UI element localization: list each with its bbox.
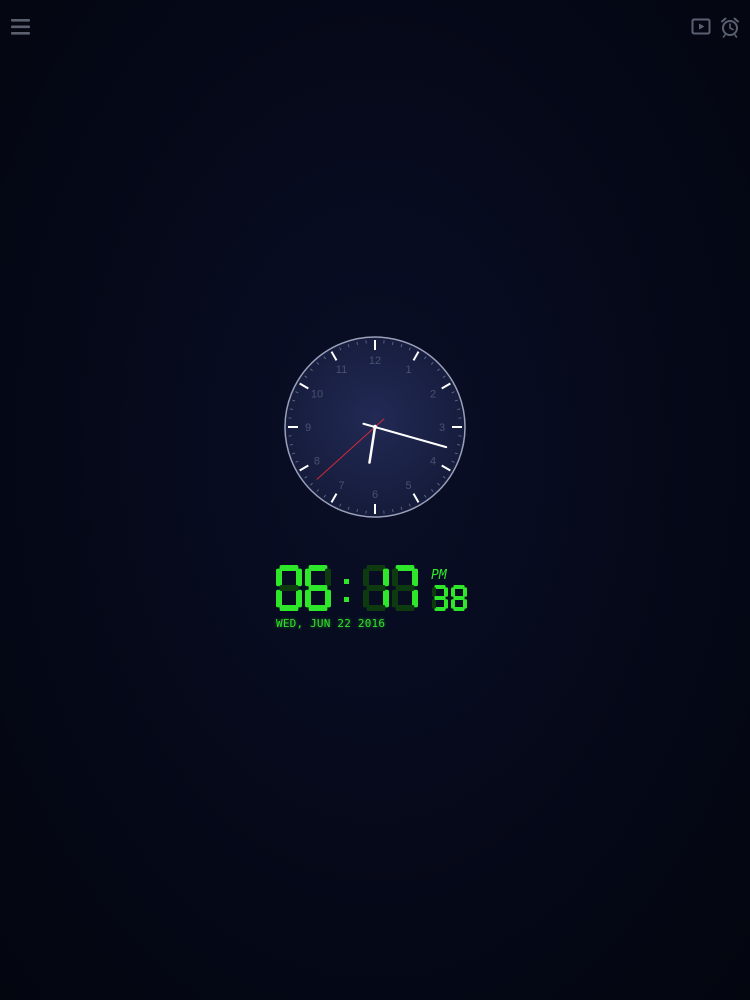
date-label: WED, JUN 22 2016 [276,617,386,630]
analog-clock-face: 121234567891011 [284,336,466,518]
analog-clock: 12 1 2 3 4 5 6 7 8 9 10 11 [283,335,467,519]
clock-screen: 12 1 2 3 4 5 6 7 8 9 10 11 PM WED, JUN 22 2016 [0,0,750,1000]
clock-numeral: 10 [311,389,323,401]
clock-numeral: 5 [405,480,411,492]
top-toolbar [0,0,750,56]
clock-numeral: 7 [338,480,344,492]
clock-numeral: 1 [405,364,411,376]
clock-numeral: 3 [439,422,445,434]
clock-numeral: 11 [336,364,347,376]
hour-ones-digit [305,565,331,611]
clock-numeral: 9 [305,422,311,434]
hour-tens-digit [276,565,302,611]
second-tens-digit [432,585,448,611]
digital-clock: PM WED, JUN 22 2016 [274,563,484,633]
digital-clock-display: PM [276,565,467,611]
second-ones-digit [451,585,467,611]
meridiem-label: PM [431,568,448,583]
clock-numeral: 6 [372,489,378,501]
clock-center-pin [372,424,378,430]
play-screen-icon[interactable] [691,16,711,38]
hamburger-menu-icon[interactable] [10,17,32,37]
clock-numeral: 12 [369,355,381,367]
time-separator [344,579,349,602]
alarm-clock-icon[interactable] [720,16,740,38]
minute-tens-digit [363,565,389,611]
minute-ones-digit [392,565,418,611]
clock-numeral: 4 [430,456,436,468]
clock-numeral: 2 [430,389,436,401]
clock-numeral: 8 [314,456,320,468]
